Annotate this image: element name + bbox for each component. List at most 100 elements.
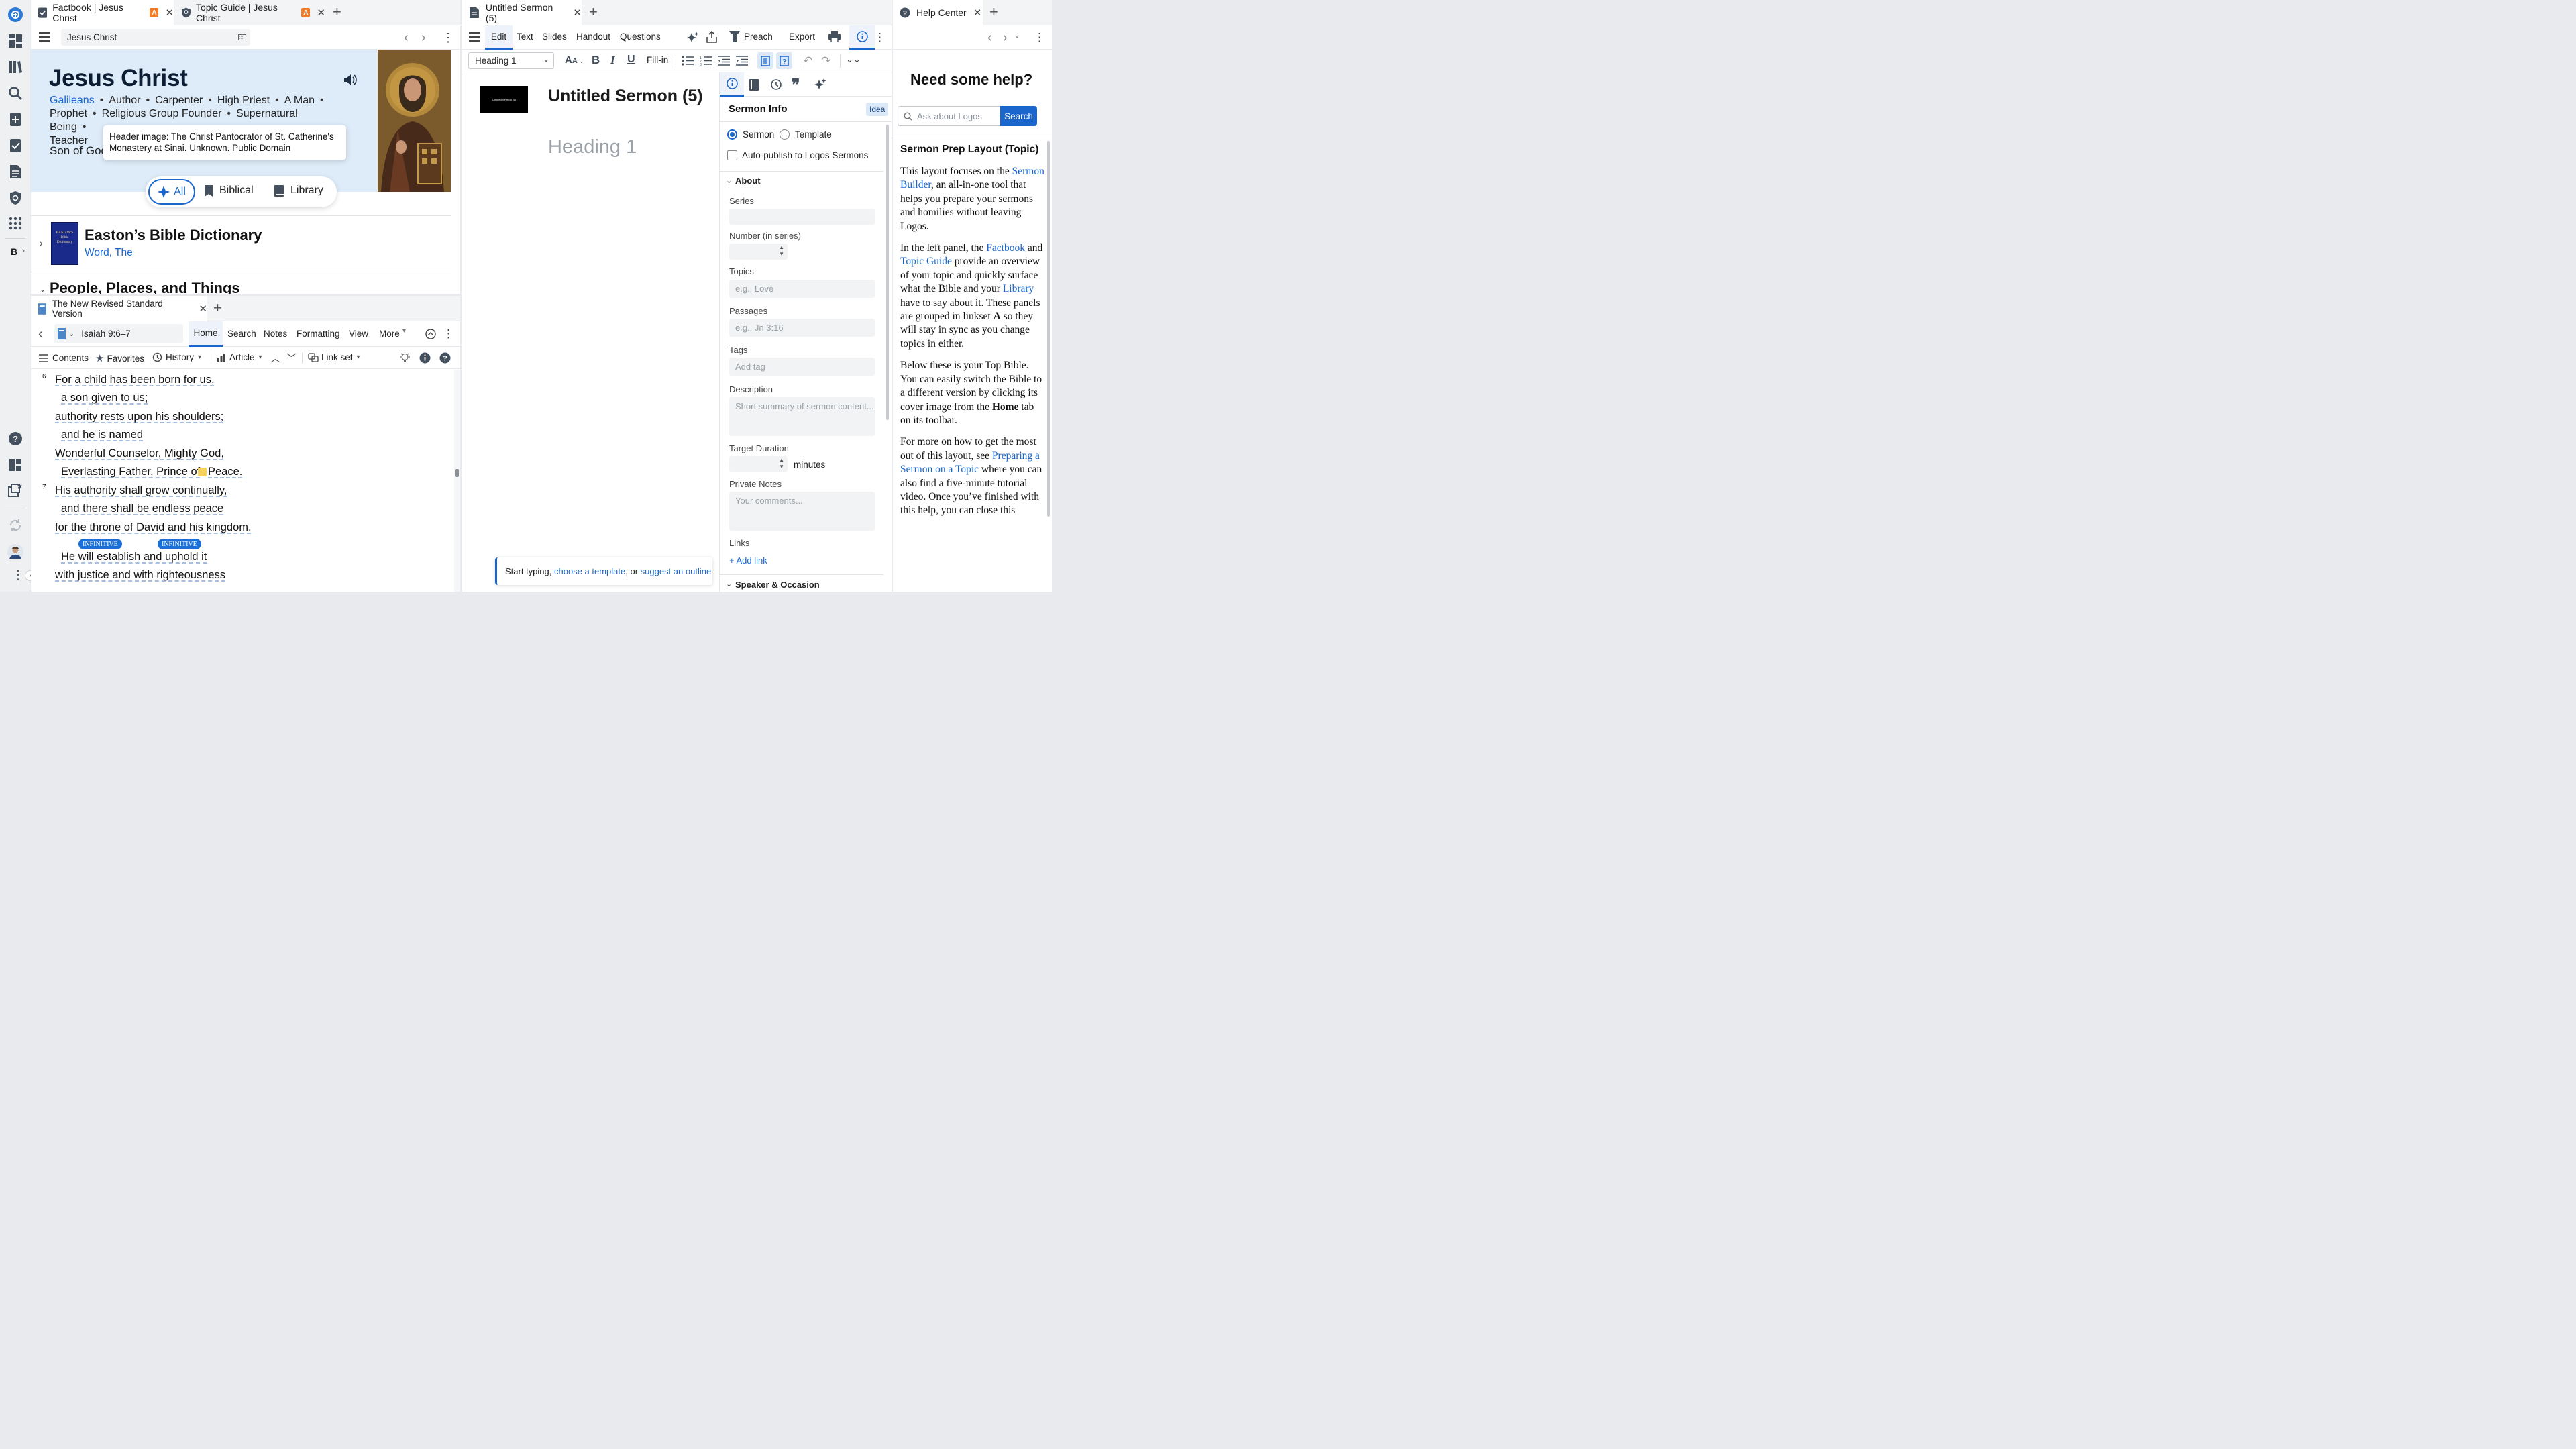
tab-topic-guide[interactable]: Topic Guide | Jesus Christ A ✕ [174,0,325,25]
library-icon[interactable] [7,58,24,76]
menu-edit[interactable]: Edit [485,25,513,50]
menu-text[interactable]: Text [517,32,533,42]
back-icon[interactable]: ‹ [404,30,409,46]
verse-line[interactable]: Peace. [208,466,242,478]
tag[interactable]: Author [109,95,140,106]
info-toggle-button[interactable] [849,25,875,50]
filter-biblical-button[interactable]: Biblical [205,184,254,197]
autopublish-checkbox[interactable]: Auto-publish to Logos Sermons [727,150,868,160]
reference-input[interactable]: Isaiah 9:6–7 [81,329,131,339]
tab-help[interactable]: ? Help Center ✕ [893,0,983,25]
back-icon[interactable]: ‹ [987,30,992,46]
number-input[interactable]: ▲ ▼ [729,244,788,260]
forward-icon[interactable]: › [1003,30,1008,46]
history-button[interactable]: History ▾ [152,352,201,362]
book-icon[interactable] [749,79,759,91]
verse-line[interactable]: a son given to us; [61,392,148,405]
speaker-icon[interactable] [343,74,357,86]
tab-info[interactable] [720,72,744,97]
radio-sermon[interactable]: Sermon [727,129,774,140]
collapse-toolbar-icon[interactable] [425,329,436,339]
tab-bible[interactable]: The New Revised Standard Version ✕ [31,296,207,321]
checklist-icon[interactable] [7,137,24,154]
description-textarea[interactable]: Short summary of sermon content... [729,397,875,436]
add-tab-button[interactable]: + [333,5,341,19]
indent-icon[interactable] [736,56,748,66]
menu-search[interactable]: Search [227,329,256,339]
back-icon[interactable]: ‹ [38,327,43,342]
layouts-icon[interactable] [7,456,24,474]
duration-input[interactable]: ▲ ▼ [729,456,788,472]
previous-icon[interactable]: ︿ [270,351,280,365]
scrollbar-thumb[interactable] [886,125,889,420]
preach-button[interactable]: Preach [729,31,773,42]
close-icon[interactable]: ✕ [317,7,325,19]
menu-icon[interactable] [39,32,50,42]
note-marker-icon[interactable] [198,468,207,476]
collapse-chevron-icon[interactable]: ⌄ [726,580,732,588]
tag[interactable]: A Man [284,95,315,106]
underline-icon[interactable]: U [627,54,635,66]
article-button[interactable]: Article ▾ [217,352,262,362]
dictionary-article-link[interactable]: Word, The [85,247,133,259]
bible-cover-icon[interactable] [58,328,66,339]
dictionary-cover[interactable]: EASTON'S Bible Dictionary [51,222,78,265]
collapse-chevron-icon[interactable]: ⌄ [726,176,732,185]
private-notes-textarea[interactable]: Your comments... [729,492,875,531]
stepper-icon[interactable]: ▲ ▼ [779,457,784,470]
rail-bottom-label[interactable]: B [11,246,17,257]
share-icon[interactable] [706,31,717,43]
idea-badge[interactable]: Idea [866,103,889,116]
user-avatar[interactable] [7,543,24,561]
apps-icon[interactable] [7,215,24,232]
search-icon[interactable] [7,85,24,102]
topic-search-input[interactable]: Jesus Christ [61,29,250,46]
heading-placeholder[interactable]: Heading 1 [548,136,637,158]
stepper-icon[interactable]: ▲ ▼ [779,244,784,258]
menu-notes[interactable]: Notes [264,329,287,339]
menu-questions[interactable]: Questions [620,32,661,42]
document-icon[interactable] [7,163,24,180]
contents-button[interactable]: Contents [39,353,89,363]
menu-handout[interactable]: Handout [576,32,610,42]
help-icon[interactable]: ? [439,352,451,364]
verse-line[interactable]: and he is named [61,429,143,441]
factbook-link[interactable]: Factbook [986,242,1025,254]
menu-more[interactable]: More [379,329,400,339]
filter-library-button[interactable]: Library [274,184,323,197]
chevron-down-icon[interactable]: ▾ [402,327,406,335]
help-search-button[interactable]: Search [1000,106,1037,126]
question-view-button[interactable]: ? [776,52,792,69]
favorites-button[interactable]: ★ Favorites [95,352,144,364]
scrollbar-thumb[interactable] [455,469,459,477]
collapse-chevron-icon[interactable]: ⌄ [39,284,46,294]
close-windows-icon[interactable] [7,482,24,499]
menu-view[interactable]: View [349,329,368,339]
verse-line[interactable]: authority rests upon his shoulders; [55,411,223,423]
scrollbar[interactable] [454,370,460,592]
more-icon[interactable]: ⋮ [442,31,454,45]
linkset-badge[interactable]: A [150,8,159,17]
forward-icon[interactable]: › [421,30,426,46]
expand-toolbar-icon[interactable]: ⌄⌄ [846,54,861,65]
help-search-input[interactable]: Ask about Logos [898,106,1000,126]
bullet-list-icon[interactable] [682,56,694,66]
verse-number[interactable]: 7 [42,484,46,491]
close-icon[interactable]: ✕ [165,7,174,19]
radio-template[interactable]: Template [780,129,832,140]
print-icon[interactable] [828,31,841,42]
keyboard-icon[interactable] [238,34,246,40]
tag[interactable]: Religious Group Founder [102,108,222,119]
suggest-outline-link[interactable]: suggest an outline [641,566,712,576]
next-icon[interactable]: ﹀ [286,351,297,365]
add-tab-button[interactable]: + [213,301,222,315]
close-icon[interactable]: ✕ [973,7,982,19]
add-tab-button[interactable]: + [589,5,598,19]
add-link-button[interactable]: + Add link [729,555,767,566]
logos-home-icon[interactable] [7,6,24,23]
tags-input[interactable]: Add tag [729,358,875,376]
verse-line[interactable]: Wonderful Counselor, Mighty God, [55,447,224,460]
chevron-right-icon[interactable]: › [22,246,25,255]
menu-slides[interactable]: Slides [542,32,567,42]
fill-in-button[interactable]: Fill-in [647,55,668,65]
